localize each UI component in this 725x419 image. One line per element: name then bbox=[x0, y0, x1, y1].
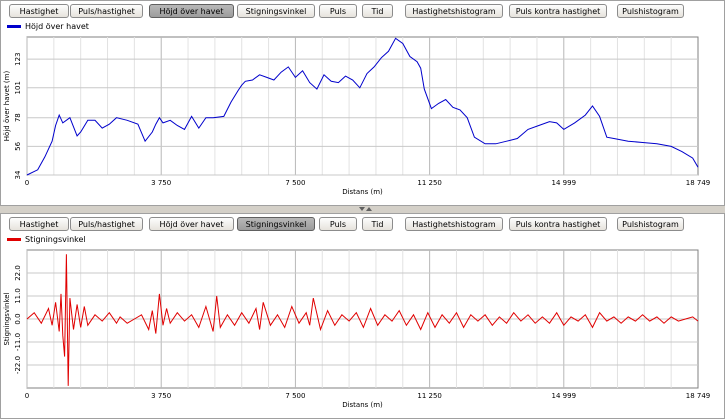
tab-puls-kontra-hastighet[interactable]: Puls kontra hastighet bbox=[509, 4, 607, 18]
tab-höjd-över-havet[interactable]: Höjd över havet bbox=[149, 217, 234, 231]
y-tick-label: 101 bbox=[14, 81, 22, 94]
chart-legend: Höjd över havet bbox=[7, 22, 89, 31]
splitter-arrows-icon bbox=[359, 207, 372, 211]
y-tick-label: 0.0 bbox=[14, 313, 22, 324]
x-axis-title: Distans (m) bbox=[342, 188, 383, 196]
tab-höjd-över-havet[interactable]: Höjd över havet bbox=[149, 4, 234, 18]
tab-pulshistogram[interactable]: Pulshistogram bbox=[617, 4, 684, 18]
tab-stigningsvinkel[interactable]: Stigningsvinkel bbox=[237, 217, 315, 231]
legend-swatch bbox=[7, 25, 21, 28]
legend-swatch bbox=[7, 238, 21, 241]
y-tick-label: -22.0 bbox=[14, 356, 22, 374]
y-tick-label: -11.0 bbox=[14, 333, 22, 351]
tab-puls[interactable]: Puls bbox=[319, 4, 357, 18]
panel-splitter[interactable] bbox=[0, 206, 725, 213]
tab-pulshistogram[interactable]: Pulshistogram bbox=[617, 217, 684, 231]
plot-area bbox=[26, 36, 699, 176]
y-tick-label: 34 bbox=[14, 170, 22, 179]
y-tick-label: 123 bbox=[14, 52, 22, 65]
y-tick-label: 22.0 bbox=[14, 265, 22, 281]
x-tick-label: 7 500 bbox=[285, 179, 305, 187]
y-tick-label: 78 bbox=[14, 113, 22, 122]
tab-hastighetshistogram[interactable]: Hastighetshistogram bbox=[405, 4, 503, 18]
gradient-line-chart: -22.0 -11.0 0.0 11.0 22.0 0 3 750 7 500 11 250 14… bbox=[3, 249, 711, 409]
elevation-line-chart: 34 56 78 101 123 0 3 750 7 500 11 250 14 999 18 74… bbox=[3, 36, 711, 196]
x-tick-label: 11 250 bbox=[417, 179, 442, 187]
tab-tid[interactable]: Tid bbox=[362, 4, 393, 18]
legend-label: Höjd över havet bbox=[25, 22, 89, 31]
chart-tab-bar: Hastighet Puls/hastighet Höjd över havet St… bbox=[1, 214, 725, 234]
tab-puls-hastighet[interactable]: Puls/hastighet bbox=[70, 4, 143, 18]
tab-hastighet[interactable]: Hastighet bbox=[9, 217, 69, 231]
legend-label: Stigningsvinkel bbox=[25, 235, 86, 244]
x-tick-label: 0 bbox=[25, 179, 29, 187]
x-tick-label: 0 bbox=[25, 392, 29, 400]
tab-hastighetshistogram[interactable]: Hastighetshistogram bbox=[405, 217, 503, 231]
tab-puls-hastighet[interactable]: Puls/hastighet bbox=[70, 217, 143, 231]
elevation-chart-panel: Hastighet Puls/hastighet Höjd över havet St… bbox=[0, 0, 725, 206]
x-tick-label: 18 749 bbox=[686, 392, 711, 400]
gradient-chart-panel: Hastighet Puls/hastighet Höjd över havet St… bbox=[0, 213, 725, 419]
x-axis-title: Distans (m) bbox=[342, 401, 383, 409]
y-axis-title: Stigningsvinkel bbox=[3, 292, 11, 345]
tab-puls[interactable]: Puls bbox=[319, 217, 357, 231]
x-tick-label: 14 999 bbox=[552, 179, 577, 187]
tab-puls-kontra-hastighet[interactable]: Puls kontra hastighet bbox=[509, 217, 607, 231]
chart-legend: Stigningsvinkel bbox=[7, 235, 86, 244]
tab-hastighet[interactable]: Hastighet bbox=[9, 4, 69, 18]
y-tick-label: 56 bbox=[14, 141, 22, 150]
x-tick-label: 14 999 bbox=[552, 392, 577, 400]
x-tick-label: 11 250 bbox=[417, 392, 442, 400]
x-tick-label: 18 749 bbox=[686, 179, 711, 187]
x-tick-label: 7 500 bbox=[285, 392, 305, 400]
y-axis-title: Höjd över havet (m) bbox=[3, 71, 11, 142]
y-tick-label: 11.0 bbox=[14, 288, 22, 304]
x-tick-label: 3 750 bbox=[151, 179, 171, 187]
tab-tid[interactable]: Tid bbox=[362, 217, 393, 231]
x-tick-label: 3 750 bbox=[151, 392, 171, 400]
chart-tab-bar: Hastighet Puls/hastighet Höjd över havet St… bbox=[1, 1, 725, 21]
tab-stigningsvinkel[interactable]: Stigningsvinkel bbox=[237, 4, 315, 18]
